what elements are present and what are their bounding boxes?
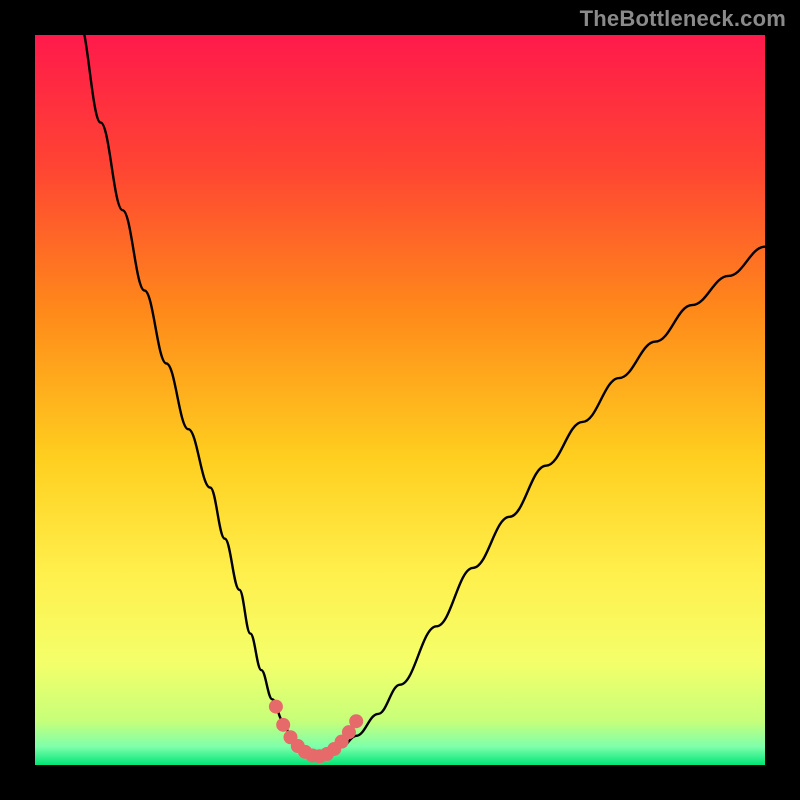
valley-marker [276, 718, 290, 732]
bottleneck-curve [35, 35, 765, 765]
valley-marker [269, 700, 283, 714]
plot-area [35, 35, 765, 765]
valley-marker [349, 714, 363, 728]
watermark-text: TheBottleneck.com [580, 6, 786, 32]
valley-markers [269, 700, 363, 764]
chart-frame: TheBottleneck.com [0, 0, 800, 800]
